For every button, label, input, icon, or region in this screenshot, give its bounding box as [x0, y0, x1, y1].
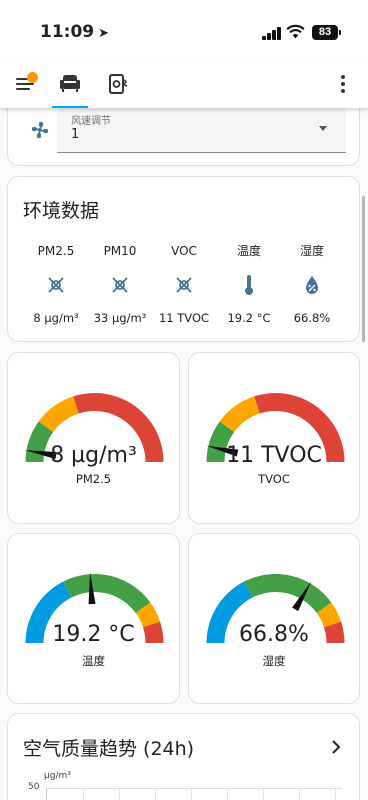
gauge-label: PM2.5 — [75, 472, 112, 486]
fan-icon — [31, 121, 49, 139]
cellular-signal-icon — [262, 27, 282, 40]
trend-grid — [46, 788, 342, 800]
fan-speed-label: 风速调节 — [71, 116, 111, 127]
gauge-segment — [63, 574, 151, 614]
gauge-value: 11 TVOC — [226, 443, 322, 468]
wifi-icon — [286, 24, 305, 39]
gauge-card-temperature[interactable]: 19.2 °C 温度 — [7, 533, 180, 704]
gauge-tvoc — [206, 393, 345, 462]
chevron-right-icon[interactable] — [330, 740, 342, 754]
status-time: 11:09 ➤ — [40, 22, 110, 42]
gauge-humidity — [206, 574, 345, 643]
battery-icon: 83 — [312, 25, 338, 40]
scrollbar[interactable] — [362, 196, 365, 342]
trend-unit-label: µg/m³ — [44, 771, 71, 781]
gauge-card-tvoc[interactable]: 11 TVOC TVOC — [188, 352, 360, 524]
location-arrow-icon: ➤ — [98, 26, 110, 41]
gauge-card-humidity[interactable]: 66.8% 湿度 — [188, 533, 360, 704]
battery-tip — [339, 30, 341, 35]
app-bar — [0, 60, 368, 108]
environment-title: 环境数据 — [23, 200, 100, 222]
gauge-pm25 — [24, 393, 164, 462]
sensor-value: 66.8% — [293, 311, 331, 325]
trend-title: 空气质量趋势 (24h) — [23, 738, 195, 760]
water-percent-icon — [274, 265, 350, 305]
gauge-value: 66.8% — [239, 622, 309, 647]
gauge-card-pm25[interactable]: 8 µg/m³ PM2.5 — [7, 352, 180, 524]
status-bar: 11:09 ➤ 83 — [0, 0, 368, 60]
fan-speed-select[interactable]: 风速调节 1 — [57, 108, 346, 153]
gauge-segment — [244, 574, 332, 614]
tab-air-purifier[interactable] — [100, 60, 136, 108]
sensor-label: 湿度 — [299, 244, 324, 258]
more-options-icon[interactable] — [340, 75, 346, 93]
gauge-value: 19.2 °C — [52, 622, 135, 647]
gauge-temperature — [25, 572, 164, 643]
gauge-label: 湿度 — [262, 654, 286, 668]
sofa-icon — [60, 75, 80, 92]
tab-sofa[interactable] — [52, 60, 88, 108]
air-purifier-icon — [109, 74, 128, 94]
sensor-humidity[interactable]: 湿度 66.8% — [274, 243, 350, 325]
trend-y-tick: 50 — [28, 782, 40, 792]
dropdown-arrow-icon — [319, 126, 327, 131]
gauge-label: 温度 — [82, 654, 105, 668]
notification-badge — [27, 72, 38, 83]
gauge-label: TVOC — [258, 472, 290, 486]
gauge-value: 8 µg/m³ — [50, 443, 137, 468]
fan-speed-value: 1 — [71, 127, 80, 142]
